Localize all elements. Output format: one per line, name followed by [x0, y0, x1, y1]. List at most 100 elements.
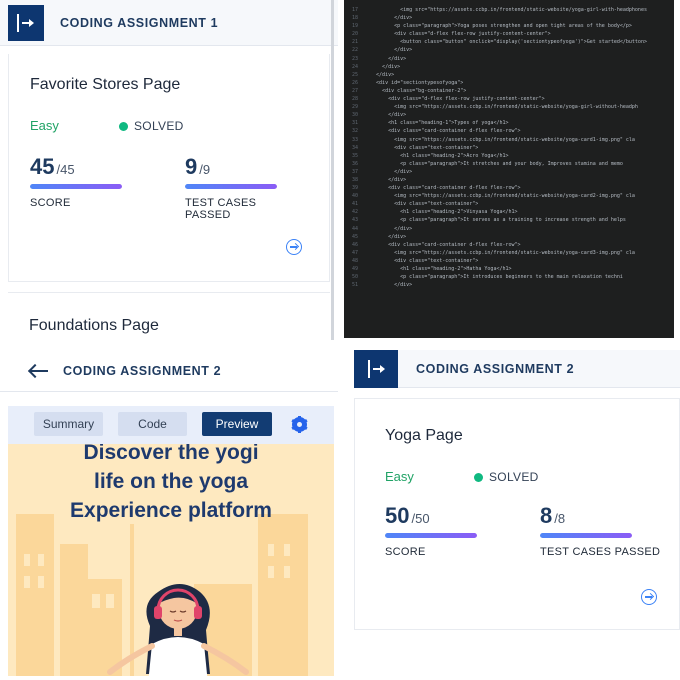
- score-label: SCORE: [30, 197, 71, 209]
- code-text[interactable]: <img src="https://assets.ccbp.in/fronten…: [364, 6, 647, 14]
- code-text[interactable]: </div>: [364, 225, 412, 233]
- arrow-right-circle-icon[interactable]: [641, 589, 657, 605]
- back-arrow-icon[interactable]: [30, 369, 48, 372]
- code-text[interactable]: </div>: [364, 176, 406, 184]
- code-text[interactable]: <div class="d-flex flex-row justify-cont…: [364, 30, 551, 38]
- code-line[interactable]: 48 <div class="text-container">: [344, 257, 674, 265]
- arrow-right-circle-icon[interactable]: [286, 239, 302, 255]
- code-line[interactable]: 27 <div class="bg-container-2">: [344, 87, 674, 95]
- code-line[interactable]: 49 <h1 class="heading-2">Hatha Yoga</h1>: [344, 265, 674, 273]
- code-line[interactable]: 25 </div>: [344, 71, 674, 79]
- code-text[interactable]: <p class="paragraph">It serves as a trai…: [364, 216, 626, 224]
- code-text[interactable]: <div class="text-container">: [364, 144, 478, 152]
- status-text: SOLVED: [489, 470, 539, 484]
- code-line[interactable]: 32 <div class="card-container d-flex fle…: [344, 127, 674, 135]
- code-line[interactable]: 42 <h1 class="heading-2">Vinyasa Yoga</h…: [344, 208, 674, 216]
- line-number: 34: [351, 144, 358, 151]
- code-text[interactable]: <div class="card-container d-flex flex-r…: [364, 184, 520, 192]
- code-text[interactable]: <p class="paragraph">It stretches and yo…: [364, 160, 623, 168]
- code-text[interactable]: </div>: [364, 111, 406, 119]
- problem-title-next: Foundations Page: [29, 317, 159, 334]
- code-line[interactable]: 40 <img src="https://assets.ccbp.in/fron…: [344, 192, 674, 200]
- code-text[interactable]: </div>: [364, 14, 412, 22]
- code-text[interactable]: <div class="text-container">: [364, 200, 478, 208]
- code-text[interactable]: </div>: [364, 168, 412, 176]
- code-line[interactable]: 41 <div class="text-container">: [344, 200, 674, 208]
- problem-card[interactable]: Yoga Page Easy SOLVED 50/50 SCORE 8/8 TE…: [354, 398, 680, 630]
- line-number: 43: [351, 217, 358, 224]
- code-line[interactable]: 37 </div>: [344, 168, 674, 176]
- code-line[interactable]: 38 </div>: [344, 176, 674, 184]
- code-text[interactable]: </div>: [364, 55, 406, 63]
- code-line[interactable]: 22 </div>: [344, 46, 674, 54]
- line-number: 39: [351, 185, 358, 192]
- logo-icon[interactable]: [354, 350, 398, 388]
- code-line[interactable]: 24 </div>: [344, 63, 674, 71]
- code-line[interactable]: 45 </div>: [344, 233, 674, 241]
- code-line[interactable]: 26 <div id="sectiontypesofyoga">: [344, 79, 674, 87]
- assignment-1-panel: CODING ASSIGNMENT 1 Favorite Stores Page…: [0, 0, 338, 340]
- line-number: 21: [351, 39, 358, 46]
- code-line[interactable]: 44 </div>: [344, 225, 674, 233]
- code-line[interactable]: 35 <h1 class="heading-2">Acro Yoga</h1>: [344, 152, 674, 160]
- code-line[interactable]: 20 <div class="d-flex flex-row justify-c…: [344, 30, 674, 38]
- code-text[interactable]: <div class="d-flex flex-row justify-cont…: [364, 95, 545, 103]
- code-line[interactable]: 28 <div class="d-flex flex-row justify-c…: [344, 95, 674, 103]
- code-editor[interactable]: 17 <img src="https://assets.ccbp.in/fron…: [344, 0, 674, 338]
- line-number: 37: [351, 168, 358, 175]
- code-line[interactable]: 47 <img src="https://assets.ccbp.in/fron…: [344, 249, 674, 257]
- code-text[interactable]: <h1 class="heading-2">Vinyasa Yoga</h1>: [364, 208, 517, 216]
- code-text[interactable]: <p class="paragraph">Yoga poses strength…: [364, 22, 632, 30]
- code-text[interactable]: <div class="card-container d-flex flex-r…: [364, 127, 520, 135]
- code-line[interactable]: 19 <p class="paragraph">Yoga poses stren…: [344, 22, 674, 30]
- difficulty-label: Easy: [385, 469, 414, 484]
- code-text[interactable]: </div>: [364, 233, 406, 241]
- code-text[interactable]: <div id="sectiontypesofyoga">: [364, 79, 463, 87]
- code-text[interactable]: <div class="text-container">: [364, 257, 478, 265]
- code-text[interactable]: </div>: [364, 46, 412, 54]
- code-text[interactable]: <img src="https://assets.ccbp.in/fronten…: [364, 192, 635, 200]
- code-line[interactable]: 51 </div>: [344, 281, 674, 289]
- code-text[interactable]: <div class="bg-container-2">: [364, 87, 466, 95]
- code-text[interactable]: </div>: [364, 281, 412, 289]
- code-line[interactable]: 21 <button class="button" onclick="displ…: [344, 38, 674, 46]
- code-line[interactable]: 29 <img src="https://assets.ccbp.in/fron…: [344, 103, 674, 111]
- code-text[interactable]: <p class="paragraph">It introduces begin…: [364, 273, 623, 281]
- code-text[interactable]: <img src="https://assets.ccbp.in/fronten…: [364, 136, 635, 144]
- hero-line: life on the yoga: [93, 470, 248, 493]
- code-text[interactable]: </div>: [364, 63, 400, 71]
- problem-card[interactable]: Favorite Stores Page Easy SOLVED 45/45 S…: [8, 54, 330, 282]
- code-line[interactable]: 36 <p class="paragraph">It stretches and…: [344, 160, 674, 168]
- code-line[interactable]: 46 <div class="card-container d-flex fle…: [344, 241, 674, 249]
- code-line[interactable]: 23 </div>: [344, 55, 674, 63]
- scrollbar[interactable]: [331, 0, 334, 340]
- code-line[interactable]: 33 <img src="https://assets.ccbp.in/fron…: [344, 136, 674, 144]
- logo-icon[interactable]: [8, 4, 44, 41]
- tab-summary[interactable]: Summary: [34, 412, 103, 436]
- code-line[interactable]: 43 <p class="paragraph">It serves as a t…: [344, 216, 674, 224]
- problem-card-next[interactable]: Foundations Page: [8, 292, 330, 340]
- code-line[interactable]: 31 <h1 class="heading-1">Types of yoga</…: [344, 119, 674, 127]
- assignment-header: CODING ASSIGNMENT 2: [354, 350, 680, 388]
- gear-icon[interactable]: [291, 416, 308, 433]
- code-line[interactable]: 50 <p class="paragraph">It introduces be…: [344, 273, 674, 281]
- code-line[interactable]: 18 </div>: [344, 14, 674, 22]
- code-text[interactable]: <img src="https://assets.ccbp.in/fronten…: [364, 249, 635, 257]
- code-text[interactable]: <img src="https://assets.ccbp.in/fronten…: [364, 103, 638, 111]
- code-area[interactable]: 17 <img src="https://assets.ccbp.in/fron…: [344, 6, 674, 289]
- view-tabs: Summary Code Preview: [8, 406, 334, 444]
- code-text[interactable]: <h1 class="heading-1">Types of yoga</h1>: [364, 119, 508, 127]
- code-text[interactable]: <button class="button" onclick="display(…: [364, 38, 647, 46]
- code-line[interactable]: 17 <img src="https://assets.ccbp.in/fron…: [344, 6, 674, 14]
- code-text[interactable]: <h1 class="heading-2">Hatha Yoga</h1>: [364, 265, 511, 273]
- code-line[interactable]: 39 <div class="card-container d-flex fle…: [344, 184, 674, 192]
- line-number: 31: [351, 120, 358, 127]
- code-line[interactable]: 34 <div class="text-container">: [344, 144, 674, 152]
- tab-code[interactable]: Code: [118, 412, 187, 436]
- code-text[interactable]: <h1 class="heading-2">Acro Yoga</h1>: [364, 152, 508, 160]
- code-text[interactable]: <div class="card-container d-flex flex-r…: [364, 241, 520, 249]
- score-stat: 45/45 SCORE: [30, 154, 122, 209]
- code-line[interactable]: 30 </div>: [344, 111, 674, 119]
- code-text[interactable]: </div>: [364, 71, 394, 79]
- tab-preview[interactable]: Preview: [202, 412, 272, 436]
